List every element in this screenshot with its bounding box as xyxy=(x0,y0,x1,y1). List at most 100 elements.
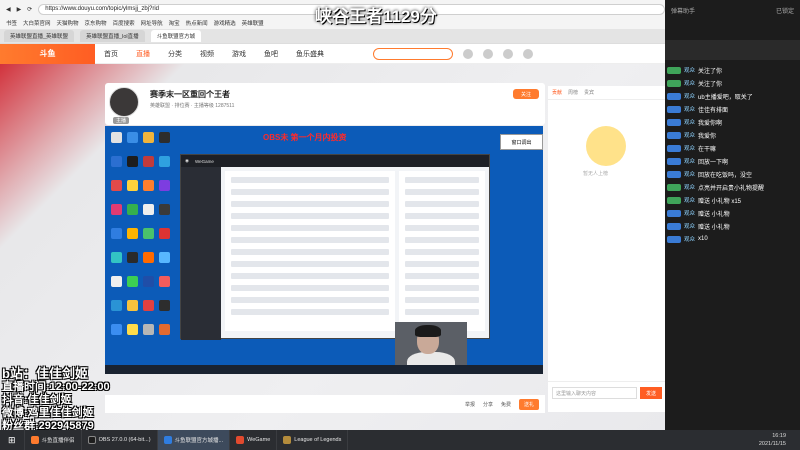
taskbar-item-obs[interactable]: OBS 27.0.0 (64-bit...) xyxy=(82,430,158,450)
danmu-user: 观众 xyxy=(684,133,696,139)
tab-vip[interactable]: 贵宾 xyxy=(584,89,594,96)
desktop-icon xyxy=(143,228,154,239)
send-gift-button[interactable]: 送礼 xyxy=(518,398,539,410)
room-header: 赛季末一区重回个王者 英雄联盟 · 排位赛 · 主播等级 1287511 关注 … xyxy=(105,83,545,125)
share-link[interactable]: 分享 xyxy=(483,401,493,408)
browser-tab[interactable]: 英雄联盟直播_lol直播 xyxy=(80,30,145,42)
danmu-text: 赠送 小礼物 x15 xyxy=(698,198,742,205)
bookmark[interactable]: 游戏精选 xyxy=(214,19,236,27)
wegame-main-panel xyxy=(225,171,395,331)
browser-tab-active[interactable]: 斗鱼联盟官方城 xyxy=(150,30,202,42)
nav-video[interactable]: 视频 xyxy=(200,49,214,59)
taskbar-item-label: 斗鱼直播伴侣 xyxy=(41,438,75,444)
taskbar-item-wegame[interactable]: WeGame xyxy=(230,430,278,450)
bookmark[interactable]: 天猫购物 xyxy=(57,19,79,27)
follow-button[interactable]: 关注 xyxy=(513,89,539,99)
bookmark[interactable]: 京东购物 xyxy=(85,19,107,27)
nav-fishbar[interactable]: 鱼吧 xyxy=(264,49,278,59)
danmu-user: 观众 xyxy=(684,172,696,178)
fan-badge-icon xyxy=(667,66,681,74)
desktop-icon xyxy=(143,132,154,143)
bookmark[interactable]: 淘宝 xyxy=(169,19,180,27)
system-clock[interactable]: 16:19 2021/11/15 xyxy=(759,432,786,448)
free-gift-button[interactable]: 免费 xyxy=(501,401,511,408)
send-button[interactable]: 发送 xyxy=(640,387,662,399)
site-logo[interactable]: 斗鱼 xyxy=(0,43,95,64)
stream-info-overlay: b站：佳佳剑姬 直播时间:12:00-22:00 抖音:佳佳剑姬 微博:鸡里佳佳… xyxy=(2,366,152,433)
danmu-text: 赠送 小礼物 xyxy=(698,211,730,218)
danmu-text: 关注了你 xyxy=(698,81,723,88)
bookmark[interactable]: 网址导航 xyxy=(141,19,163,27)
danmu-lock-button[interactable]: 已锁定 xyxy=(776,6,794,15)
message-icon[interactable] xyxy=(503,48,513,59)
history-icon[interactable] xyxy=(463,48,473,59)
gift-banner xyxy=(665,40,800,60)
fan-badge-icon xyxy=(667,170,681,178)
danmu-row: 观众 关注了你 xyxy=(667,77,797,89)
bookmark[interactable]: 大白菜官网 xyxy=(23,19,51,27)
desktop-icon xyxy=(143,300,154,311)
nav-live[interactable]: 直播 xyxy=(136,49,150,59)
desktop-icon xyxy=(159,276,170,287)
bookmark[interactable]: 热点新闻 xyxy=(186,19,208,27)
desktop-icon xyxy=(127,252,138,263)
danmu-user: 观众 xyxy=(684,224,696,230)
bookmark[interactable]: 英雄联盟 xyxy=(242,19,264,27)
nav-game[interactable]: 游戏 xyxy=(232,49,246,59)
taskbar-item-douyu[interactable]: 斗鱼直播伴侣 xyxy=(25,430,82,450)
tab-strip: 英雄联盟直播_英雄联盟 英雄联盟直播_lol直播 斗鱼联盟官方城 xyxy=(0,29,665,43)
forward-icon[interactable]: ▶ xyxy=(17,6,22,13)
desktop-icon xyxy=(111,180,122,191)
desktop-icon xyxy=(111,204,122,215)
nav-category[interactable]: 分类 xyxy=(168,49,182,59)
chat-input[interactable]: 这里输入聊天内容 xyxy=(552,387,637,399)
danmu-panel: 弹幕助手 已锁定 观众 关注了你 观众 关注了你 观众 ub主播爱吧，取关了 观众 佳佳… xyxy=(665,0,800,430)
search-input[interactable] xyxy=(373,47,453,60)
chat-input-area: 这里输入聊天内容 发送 xyxy=(548,381,666,405)
nav-festival[interactable]: 鱼乐盛典 xyxy=(296,49,324,59)
taskbar-item-browser[interactable]: 斗鱼联盟官方城播... xyxy=(157,430,231,450)
danmu-row: 观众 赠送 小礼物 xyxy=(667,220,797,232)
taskbar-item-label: OBS 27.0.0 (64-bit...) xyxy=(98,437,151,443)
stream-schedule: 直播时间:12:00-22:00 xyxy=(2,381,110,393)
bookmark[interactable]: 百度搜索 xyxy=(113,19,135,27)
report-link[interactable]: 举报 xyxy=(465,401,475,408)
danmu-user: 观众 xyxy=(684,81,696,87)
danmu-row: 观众 我爱你 xyxy=(667,129,797,141)
fan-badge-icon xyxy=(667,79,681,87)
webcam-person-hair xyxy=(415,325,441,337)
tab-weekly[interactable]: 周榜 xyxy=(568,89,578,96)
weibo-handle: 微博:鸡里佳佳剑姬 xyxy=(2,407,94,419)
fan-badge-icon xyxy=(667,105,681,113)
tab-contribution[interactable]: 贡献 xyxy=(552,89,562,96)
desktop-icon xyxy=(159,204,170,215)
taskbar-item-lol[interactable]: League of Legends xyxy=(277,430,349,450)
danmu-text: 回放一下啊 xyxy=(698,159,729,166)
wegame-titlebar: ◉ WeGame xyxy=(181,155,489,167)
nav-home[interactable]: 首页 xyxy=(104,49,118,59)
streamer-avatar[interactable] xyxy=(109,87,139,117)
bookmark[interactable]: 书签 xyxy=(6,19,17,27)
refresh-icon[interactable]: ⟳ xyxy=(27,6,32,13)
danmu-user: 观众 xyxy=(684,107,696,113)
danmu-row: 观众 回放一下啊 xyxy=(667,155,797,167)
desktop-icon xyxy=(159,228,170,239)
desktop-icon xyxy=(143,324,154,335)
fan-badge-icon xyxy=(667,131,681,139)
popup-window[interactable]: 窗口调出 xyxy=(500,134,543,150)
back-icon[interactable]: ◀ xyxy=(6,6,11,13)
danmu-text: x10 xyxy=(698,236,708,242)
user-avatar-icon[interactable] xyxy=(523,48,533,59)
desktop-icon xyxy=(111,276,122,287)
start-button[interactable]: ⊞ xyxy=(0,430,25,450)
browser-icon xyxy=(163,436,172,444)
desktop-icon xyxy=(111,156,122,167)
video-player[interactable]: OBS未 第一个月内投资 ◉ WeGame 窗口调出 xyxy=(105,126,543,374)
danmu-text: 佳佳有排面 xyxy=(698,107,729,114)
wegame-match-list xyxy=(399,171,485,331)
browser-tab[interactable]: 英雄联盟直播_英雄联盟 xyxy=(4,30,75,42)
desktop-icon xyxy=(159,300,170,311)
danmu-row: 观众 佳佳有排面 xyxy=(667,103,797,115)
follow-icon[interactable] xyxy=(483,48,493,59)
room-title: 赛季末一区重回个王者 xyxy=(150,90,230,99)
